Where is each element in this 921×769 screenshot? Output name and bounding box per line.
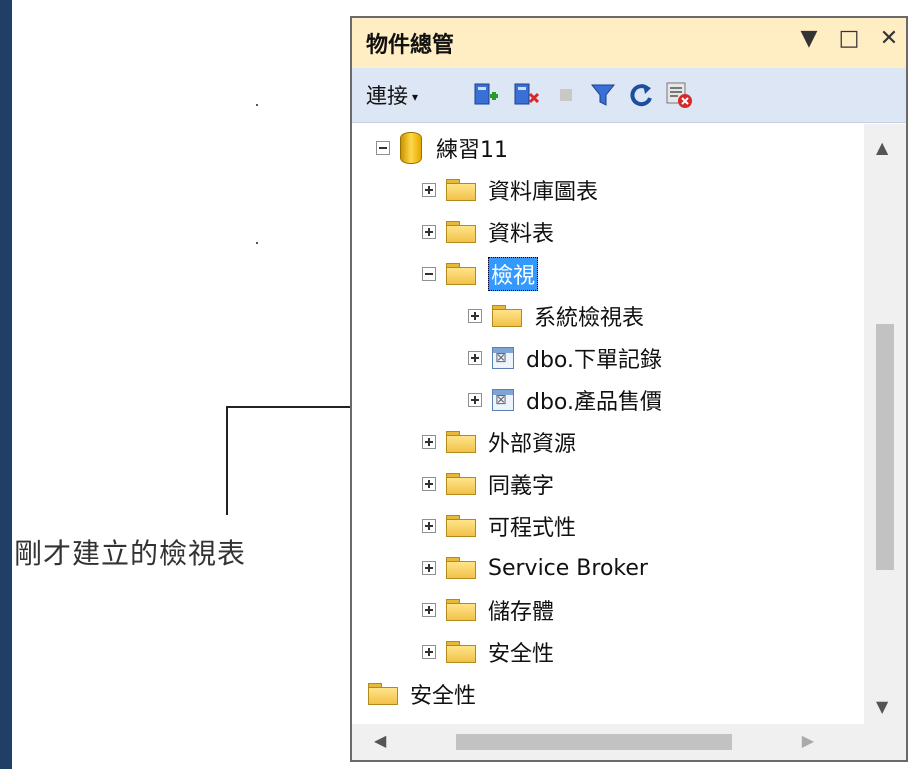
expand-icon[interactable] (468, 351, 482, 365)
tree-node-view-order-log[interactable]: dbo.下單記錄 (468, 338, 662, 378)
folder-icon (446, 557, 476, 579)
scroll-up-icon[interactable]: ▲ (876, 138, 888, 157)
collapse-icon[interactable] (376, 141, 390, 155)
tree-node-synonyms[interactable]: 同義字 (422, 464, 554, 504)
tree-node-label: 可程式性 (488, 516, 577, 541)
connect-label: 連接 (366, 84, 408, 108)
tree-node-tables[interactable]: 資料表 (422, 212, 554, 252)
maximize-icon[interactable]: □ (838, 26, 860, 51)
tree-node-database[interactable]: 練習11 (376, 128, 508, 168)
expand-icon[interactable] (422, 435, 436, 449)
view-icon (492, 347, 514, 369)
tree-node-label: Service Broker (488, 555, 648, 581)
connect-button[interactable]: 連接 ▾ (366, 80, 418, 110)
tree-node-programmability[interactable]: 可程式性 (422, 506, 576, 546)
folder-icon (368, 683, 398, 705)
expand-icon[interactable] (468, 393, 482, 407)
expand-icon[interactable] (422, 645, 436, 659)
callout-line-vertical (226, 406, 228, 515)
expand-icon[interactable] (422, 519, 436, 533)
expand-icon[interactable] (422, 477, 436, 491)
filter-icon[interactable] (588, 80, 618, 110)
tree-node-label: 資料表 (488, 222, 555, 247)
folder-icon (492, 305, 522, 327)
expand-icon[interactable] (468, 309, 482, 323)
scroll-down-icon[interactable]: ▼ (876, 697, 888, 716)
view-icon (492, 389, 514, 411)
tree-node-views[interactable]: 檢視 (422, 254, 539, 294)
tree-node-external-resources[interactable]: 外部資源 (422, 422, 576, 462)
object-explorer-panel: 物件總管 ▼ □ ✕ 連接 ▾ 練習11 資料庫圖表 資料表 檢視 系統檢視表 … (350, 16, 908, 762)
panel-toolbar: 連接 ▾ (352, 68, 906, 123)
dropdown-icon[interactable]: ▼ (798, 26, 820, 51)
dot-mark (256, 242, 258, 244)
tree-node-label: 安全性 (488, 642, 555, 667)
tree-node-label: 儲存體 (488, 600, 555, 625)
panel-title: 物件總管 (366, 33, 455, 58)
tree-node-system-views[interactable]: 系統檢視表 (468, 296, 644, 336)
scroll-right-icon[interactable]: ▶ (802, 731, 814, 750)
folder-icon (446, 221, 476, 243)
tree-node-label: dbo.下單記錄 (526, 348, 662, 373)
folder-icon (446, 641, 476, 663)
tree-node-label: dbo.產品售價 (526, 390, 662, 415)
stop-icon[interactable] (552, 80, 582, 110)
scroll-left-icon[interactable]: ◀ (374, 731, 386, 750)
tree-node-label: 安全性 (410, 684, 477, 709)
vertical-scrollbar[interactable]: ▲ ▼ (864, 124, 906, 726)
tree-node-label: 資料庫圖表 (488, 180, 599, 205)
panel-titlebar: 物件總管 ▼ □ ✕ (352, 18, 906, 68)
tree-node-view-product-price[interactable]: dbo.產品售價 (468, 380, 662, 420)
tree-node-diagrams[interactable]: 資料庫圖表 (422, 170, 598, 210)
horizontal-scrollbar[interactable]: ◀ ▶ (352, 724, 864, 760)
folder-icon (446, 473, 476, 495)
refresh-icon[interactable] (626, 80, 656, 110)
close-icon[interactable]: ✕ (878, 26, 900, 51)
expand-icon[interactable] (422, 603, 436, 617)
register-server-icon[interactable] (472, 80, 502, 110)
window-buttons: ▼ □ ✕ (798, 26, 900, 51)
chevron-down-icon: ▾ (412, 90, 419, 104)
tree-node-label: 檢視 (488, 257, 539, 291)
tree-node-label: 練習11 (436, 138, 508, 163)
tree-node-service-broker[interactable]: Service Broker (422, 548, 648, 588)
expand-icon[interactable] (422, 183, 436, 197)
vertical-scroll-thumb[interactable] (876, 324, 894, 570)
collapse-icon[interactable] (422, 267, 436, 281)
folder-icon (446, 431, 476, 453)
tree-node-storage[interactable]: 儲存體 (422, 590, 554, 630)
object-tree: 練習11 資料庫圖表 資料表 檢視 系統檢視表 dbo.下單記錄 (352, 124, 864, 726)
folder-icon (446, 179, 476, 201)
tree-node-db-security[interactable]: 安全性 (422, 632, 554, 672)
folder-icon (446, 599, 476, 621)
dot-mark (256, 104, 258, 106)
disconnect-server-icon[interactable] (512, 80, 542, 110)
expand-icon[interactable] (422, 225, 436, 239)
folder-icon (446, 263, 476, 285)
stop-activity-icon[interactable] (664, 80, 694, 110)
scrollbar-corner (864, 724, 906, 760)
database-icon (400, 132, 422, 164)
tree-node-label: 系統檢視表 (534, 306, 645, 331)
callout-label: 剛才建立的檢視表 (14, 537, 247, 570)
folder-icon (446, 515, 476, 537)
tree-node-security[interactable]: 安全性 (368, 674, 476, 714)
expand-icon[interactable] (422, 561, 436, 575)
tree-node-label: 同義字 (488, 474, 555, 499)
tree-node-label: 外部資源 (488, 432, 577, 457)
horizontal-scroll-thumb[interactable] (456, 734, 732, 750)
